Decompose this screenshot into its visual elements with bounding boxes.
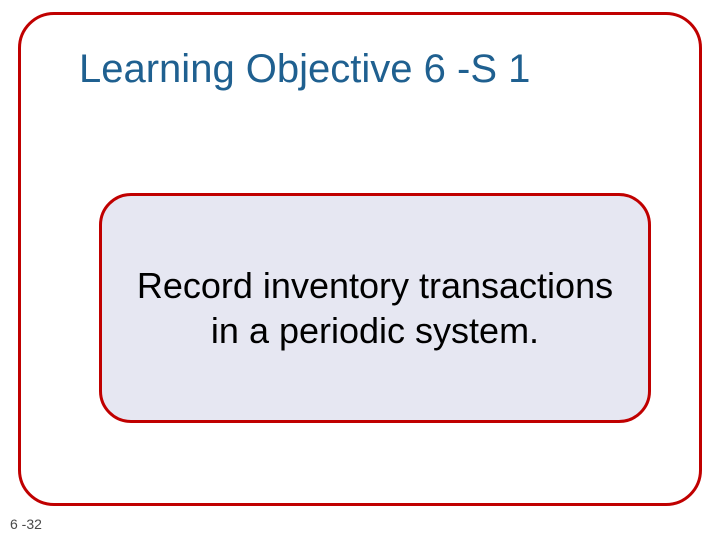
objective-text: Record inventory transactions in a perio… [132,263,618,353]
slide-title: Learning Objective 6 -S 1 [79,47,530,92]
page-number: 6 -32 [10,516,42,532]
objective-box: Record inventory transactions in a perio… [99,193,651,423]
slide-frame: Learning Objective 6 -S 1 Record invento… [18,12,702,506]
